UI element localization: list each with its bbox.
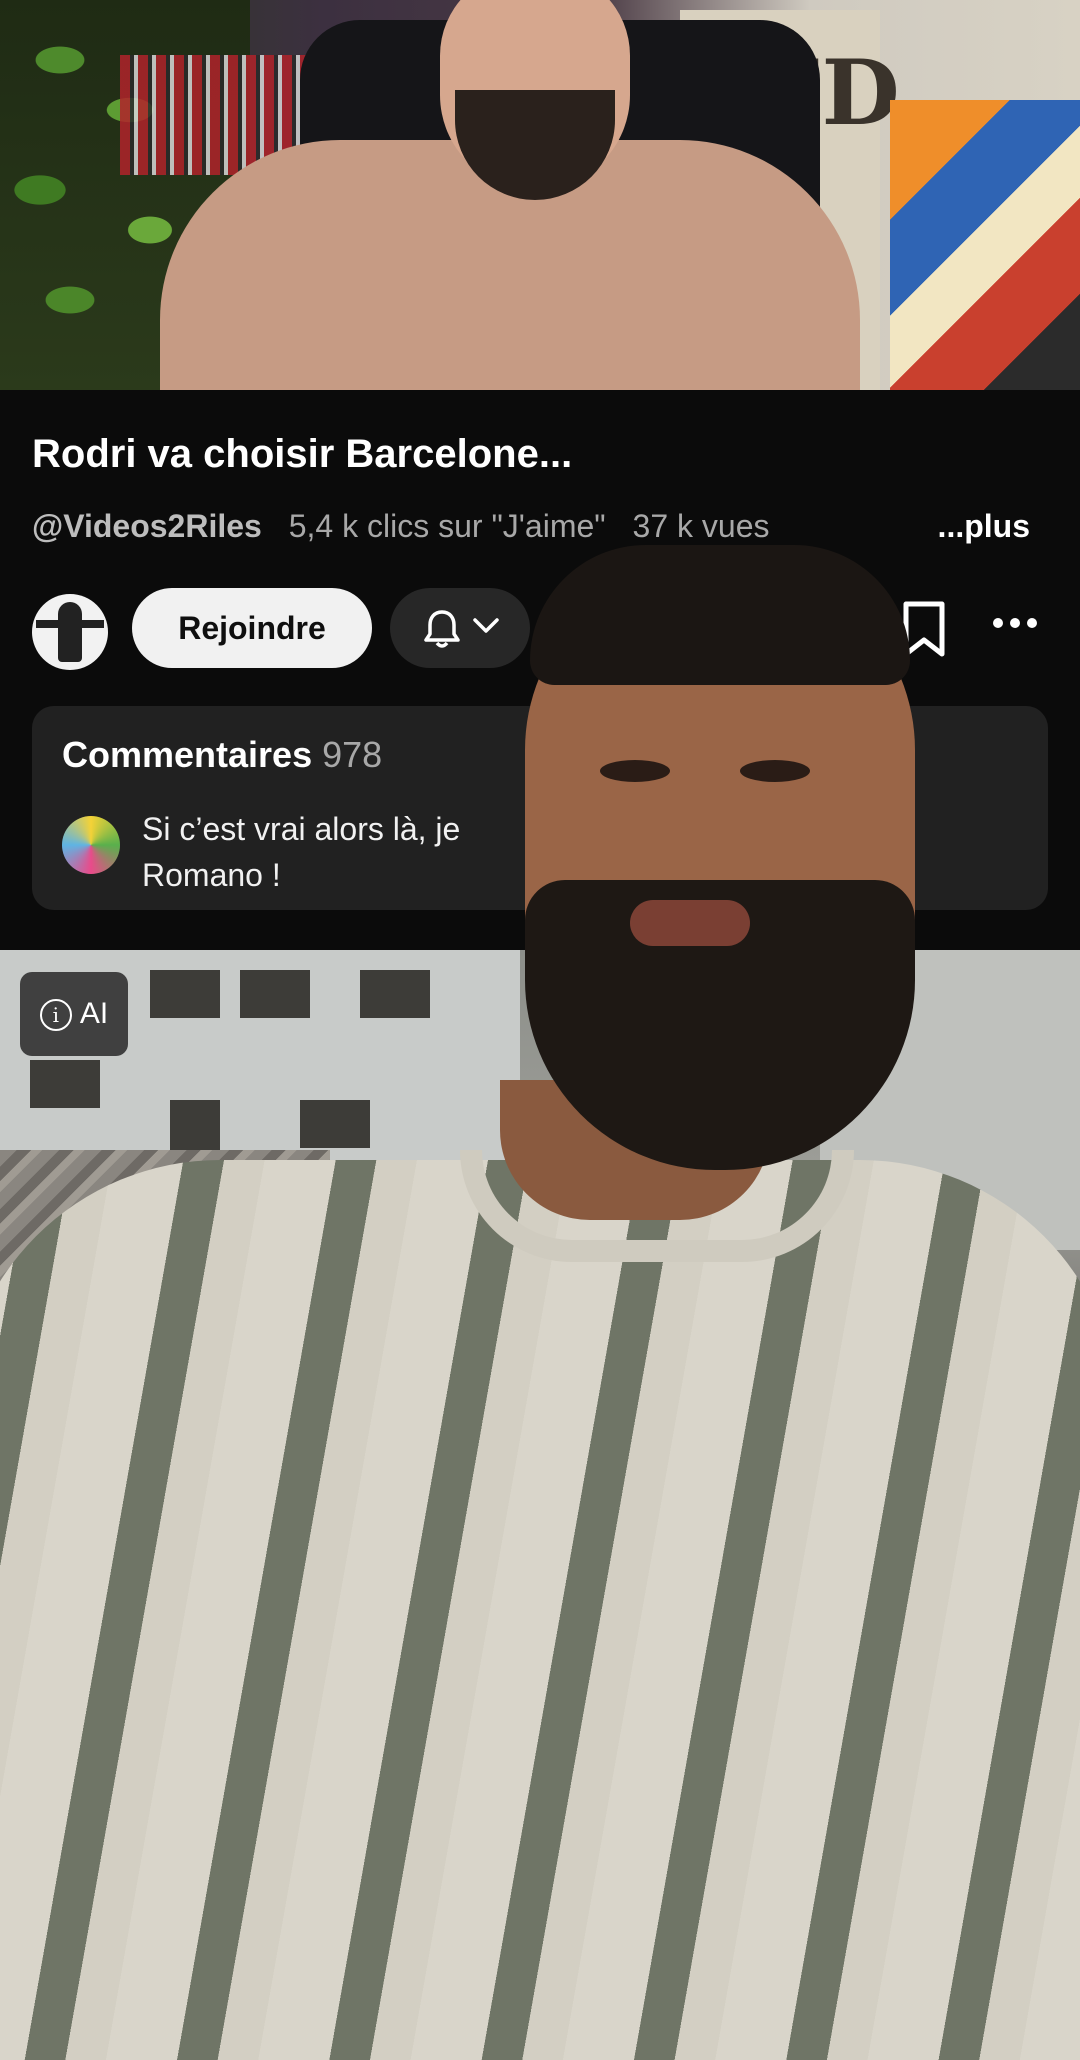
manga-poster bbox=[890, 100, 1080, 390]
avatar-figure bbox=[58, 602, 82, 662]
video-info-panel: Rodri va choisir Barcelone... @Videos2Ri… bbox=[0, 390, 1080, 950]
more-link[interactable]: ...plus bbox=[923, 508, 1030, 545]
ai-label-badge[interactable]: i AI bbox=[20, 972, 128, 1056]
video-meta-row[interactable]: @Videos2Riles 5,4 k clics sur "J'aime" 3… bbox=[32, 508, 1048, 552]
view-count: 37 k vues bbox=[632, 508, 770, 544]
chevron-down-icon bbox=[473, 618, 499, 633]
top-comment: Si c’est vrai alors là, je Romano ! bbox=[142, 806, 562, 898]
rubble bbox=[0, 1150, 330, 1450]
channel-action-row: Rejoindre bbox=[32, 588, 1048, 672]
comments-title: Commentaires bbox=[62, 734, 313, 775]
channel-avatar[interactable] bbox=[32, 594, 108, 670]
building-right bbox=[820, 950, 1080, 1250]
comments-heading: Commentaires 978 bbox=[62, 734, 382, 776]
more-options-icon[interactable] bbox=[992, 616, 1038, 630]
ai-label: AI bbox=[79, 997, 109, 1030]
like-count: 5,4 k clics sur "J'aime" bbox=[288, 508, 606, 544]
notifications-button[interactable] bbox=[390, 588, 530, 668]
comments-count: 978 bbox=[322, 734, 383, 775]
channel-handle[interactable]: @Videos2Riles bbox=[32, 508, 262, 544]
video-player-bottom[interactable]: i AI bbox=[0, 950, 1080, 1920]
comments-card[interactable]: Commentaires 978 Si c’est vrai alors là, … bbox=[32, 706, 1048, 910]
join-button[interactable]: Rejoindre bbox=[132, 588, 372, 668]
video-title[interactable]: Rodri va choisir Barcelone... bbox=[32, 432, 572, 477]
top-comment-line-2: Romano ! bbox=[142, 857, 281, 893]
bell-icon bbox=[424, 610, 460, 648]
commenter-avatar bbox=[62, 816, 120, 874]
video-player-top[interactable]: TED bbox=[0, 0, 1080, 390]
top-comment-line-1: Si c’est vrai alors là, je bbox=[142, 811, 461, 847]
info-icon: i bbox=[39, 999, 72, 1032]
bookmark-icon[interactable] bbox=[900, 600, 948, 658]
